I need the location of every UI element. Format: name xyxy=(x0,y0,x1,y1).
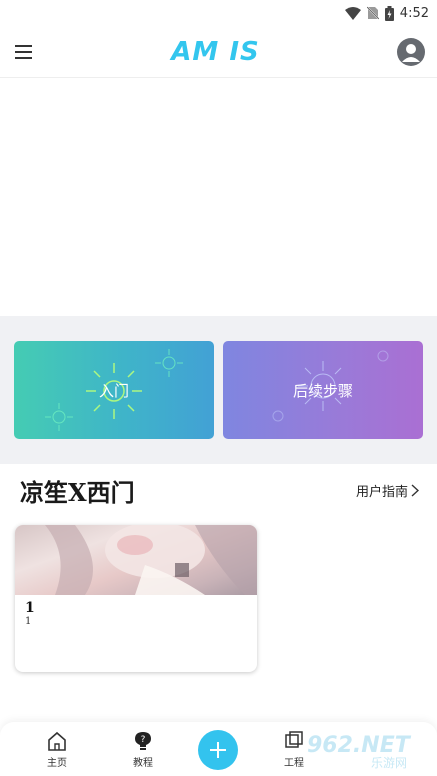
chevron-right-icon xyxy=(411,483,419,497)
next-steps-card[interactable]: 后续步骤 xyxy=(223,341,423,439)
wifi-icon xyxy=(344,6,361,20)
project-name: 1 xyxy=(25,600,35,616)
no-sim-icon xyxy=(366,6,379,20)
app-bar: AM IS xyxy=(0,26,437,78)
app-logo: AM IS xyxy=(171,36,260,67)
intro-card-label: 入门 xyxy=(98,381,129,400)
account-icon[interactable] xyxy=(396,37,425,66)
lightbulb-question-icon: ? xyxy=(135,732,151,750)
home-icon xyxy=(48,731,66,751)
nav-tutorial-label: 教程 xyxy=(133,758,153,769)
battery-icon xyxy=(384,5,394,21)
section-title: 凉笙X西门 xyxy=(20,477,135,507)
banner-area xyxy=(0,79,437,316)
status-time: 4:52 xyxy=(399,5,429,21)
add-button[interactable] xyxy=(198,730,238,770)
project-card[interactable]: 1 1 xyxy=(15,525,257,672)
user-guide-label: 用户指南 xyxy=(355,484,408,500)
status-bar: 4:52 xyxy=(0,0,437,26)
nav-tutorial[interactable]: ? 教程 xyxy=(113,730,173,769)
section-header: 凉笙X西门 用户指南 xyxy=(0,470,437,510)
nav-home[interactable]: 主页 xyxy=(27,730,87,769)
svg-text:?: ? xyxy=(141,735,146,745)
nav-home-label: 主页 xyxy=(47,758,67,769)
plus-icon xyxy=(210,742,226,758)
user-guide-link[interactable]: 用户指南 xyxy=(356,481,419,500)
intro-card[interactable]: 入门 xyxy=(14,341,214,439)
next-steps-card-label: 后续步骤 xyxy=(292,381,353,400)
project-thumbnail xyxy=(15,525,257,595)
watermark-logo: 962.NET 乐游网 xyxy=(307,733,412,770)
menu-icon[interactable] xyxy=(14,44,34,60)
svg-text:962.NET: 962.NET xyxy=(307,733,412,758)
svg-text:乐游网: 乐游网 xyxy=(371,756,407,770)
entry-cards-band: 入门 后续步骤 xyxy=(0,316,437,464)
project-subtitle: 1 xyxy=(25,616,32,627)
